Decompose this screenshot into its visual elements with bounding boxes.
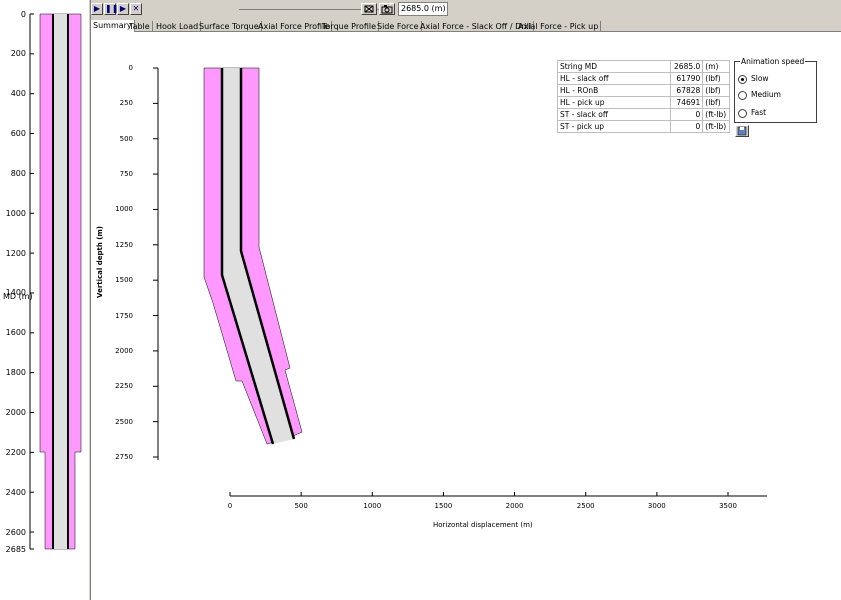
results-table: String MD 2685.0 (m) HL - slack off 61790 (lb… <box>557 60 730 133</box>
hd-tick-label: 3500 <box>719 502 737 510</box>
hd-axis-label: Horizontal displacement (m) <box>433 521 533 529</box>
vd-tick-label: 0 <box>128 64 133 72</box>
radio-medium-label: Medium <box>751 90 781 99</box>
md-tick-label: 1200 <box>5 248 26 258</box>
md-slider-track[interactable] <box>239 9 381 10</box>
results-label: ST - slack off <box>557 108 671 121</box>
radio-slow-indicator[interactable] <box>738 74 747 84</box>
vd-tick-label: 2500 <box>115 417 133 426</box>
vd-tick-label: 2750 <box>115 453 133 461</box>
tab-side-force[interactable]: Side Force <box>375 21 422 32</box>
radio-slow-label: Slow <box>751 74 769 83</box>
animation-speed-group: Animation speed Slow Medium Fast <box>734 57 817 123</box>
results-label: ST - pick up <box>557 120 671 133</box>
hd-tick-label: 3000 <box>647 502 666 510</box>
hd-tick-label: 2500 <box>576 502 595 510</box>
radio-medium-indicator[interactable] <box>738 90 747 100</box>
animation-speed-legend: Animation speed <box>740 57 806 66</box>
tab-table[interactable]: Table <box>127 21 153 32</box>
md-tick-label: 400 <box>10 89 26 99</box>
md-tick-label: 800 <box>10 168 26 178</box>
radio-fast-label: Fast <box>751 108 767 117</box>
vd-tick-label: 1500 <box>115 276 133 285</box>
results-label: HL - slack off <box>557 72 671 85</box>
pause-icon[interactable]: ❚❚ <box>104 3 118 15</box>
results-unit: (ft-lb) <box>702 120 730 133</box>
md-tick-label: 1800 <box>5 368 26 378</box>
md-tick-label: 2685 <box>5 544 26 554</box>
results-label: HL - pick up <box>557 96 671 109</box>
vd-tick-label: 1750 <box>115 311 133 320</box>
radio-fast[interactable]: Fast <box>738 107 766 118</box>
vd-tick-label: 1000 <box>115 205 133 214</box>
radio-medium[interactable]: Medium <box>738 89 781 100</box>
results-row: ST - slack off 0 (ft-lb) <box>557 108 730 121</box>
results-value: 2685.0 <box>669 60 704 73</box>
md-tick-label: 1000 <box>5 208 26 218</box>
play-icon[interactable]: ▶ <box>91 3 103 15</box>
hd-tick-label: 0 <box>227 502 233 510</box>
export-icon[interactable] <box>361 3 377 15</box>
md-tick-label: 2000 <box>5 408 26 417</box>
md-tick-label: 200 <box>10 49 26 59</box>
stop-icon[interactable]: ✕ <box>130 3 142 15</box>
vd-tick-label: 2000 <box>115 346 133 355</box>
radio-slow[interactable]: Slow <box>738 73 769 84</box>
tab-hook-load[interactable]: Hook Load <box>154 21 202 32</box>
md-tick-label: 2400 <box>5 487 26 497</box>
hd-tick-label: 500 <box>294 502 308 510</box>
results-label: String MD <box>557 60 671 73</box>
md-tick-label: 2200 <box>5 447 26 457</box>
md-tick-label: 0 <box>20 9 26 19</box>
vd-axis-label: Vertical depth (m) <box>96 226 104 298</box>
md-pipe-shape <box>53 14 68 549</box>
hd-tick-label: 1000 <box>363 502 382 510</box>
md-panel: 0 200 400 600 800 1000 1200 1400 1600 1800 2000 220… <box>0 0 88 600</box>
step-icon[interactable]: ▶ <box>117 3 129 15</box>
results-row: HL - ROnB 67828 (lbf) <box>557 84 730 97</box>
md-axis-label: MD (m) <box>3 292 33 301</box>
results-unit: (ft-lb) <box>702 108 730 121</box>
vd-tick-label: 250 <box>119 99 133 108</box>
md-tick-label: 2600 <box>5 527 26 537</box>
camera-icon[interactable] <box>379 3 395 15</box>
hd-tick-label: 1500 <box>434 502 453 510</box>
toolbar: ▶ ❚❚ ▶ ✕ 2685.0 (m) <box>91 0 841 19</box>
md-tick-label: 600 <box>10 129 26 139</box>
vd-tick-label: 2250 <box>115 382 133 391</box>
results-value: 67828 <box>669 84 704 97</box>
results-row: HL - slack off 61790 (lbf) <box>557 72 730 85</box>
results-row: String MD 2685.0 (m) <box>557 60 730 73</box>
results-value: 0 <box>669 120 704 133</box>
radio-fast-indicator[interactable] <box>738 108 747 118</box>
results-value: 74691 <box>669 96 704 109</box>
wellbore-hole-shape <box>203 67 303 445</box>
md-value-field[interactable]: 2685.0 (m) <box>398 2 448 16</box>
hd-tick-label: 2000 <box>505 502 524 510</box>
results-unit: (m) <box>702 60 730 73</box>
tab-surface-torque[interactable]: Surface Torque <box>197 21 262 32</box>
vd-tick-label: 750 <box>119 170 133 179</box>
results-label: HL - ROnB <box>557 84 671 97</box>
tab-axial-force-pick-up[interactable]: Axial Force - Pick up <box>516 21 602 32</box>
results-unit: (lbf) <box>702 96 730 109</box>
results-value: 0 <box>669 108 704 121</box>
tab-torque-profile[interactable]: Torque Profile <box>320 21 380 32</box>
tab-bar: Summary Table Hook Load Surface Torque A… <box>91 19 841 32</box>
save-icon[interactable] <box>735 125 749 137</box>
results-unit: (lbf) <box>702 84 730 97</box>
vd-tick-label: 500 <box>119 134 133 143</box>
results-unit: (lbf) <box>702 72 730 85</box>
results-value: 61790 <box>669 72 704 85</box>
md-tick-label: 1600 <box>5 328 26 338</box>
vd-tick-label: 1250 <box>115 240 133 249</box>
results-row: HL - pick up 74691 (lbf) <box>557 96 730 109</box>
results-row: ST - pick up 0 (ft-lb) <box>557 120 730 133</box>
